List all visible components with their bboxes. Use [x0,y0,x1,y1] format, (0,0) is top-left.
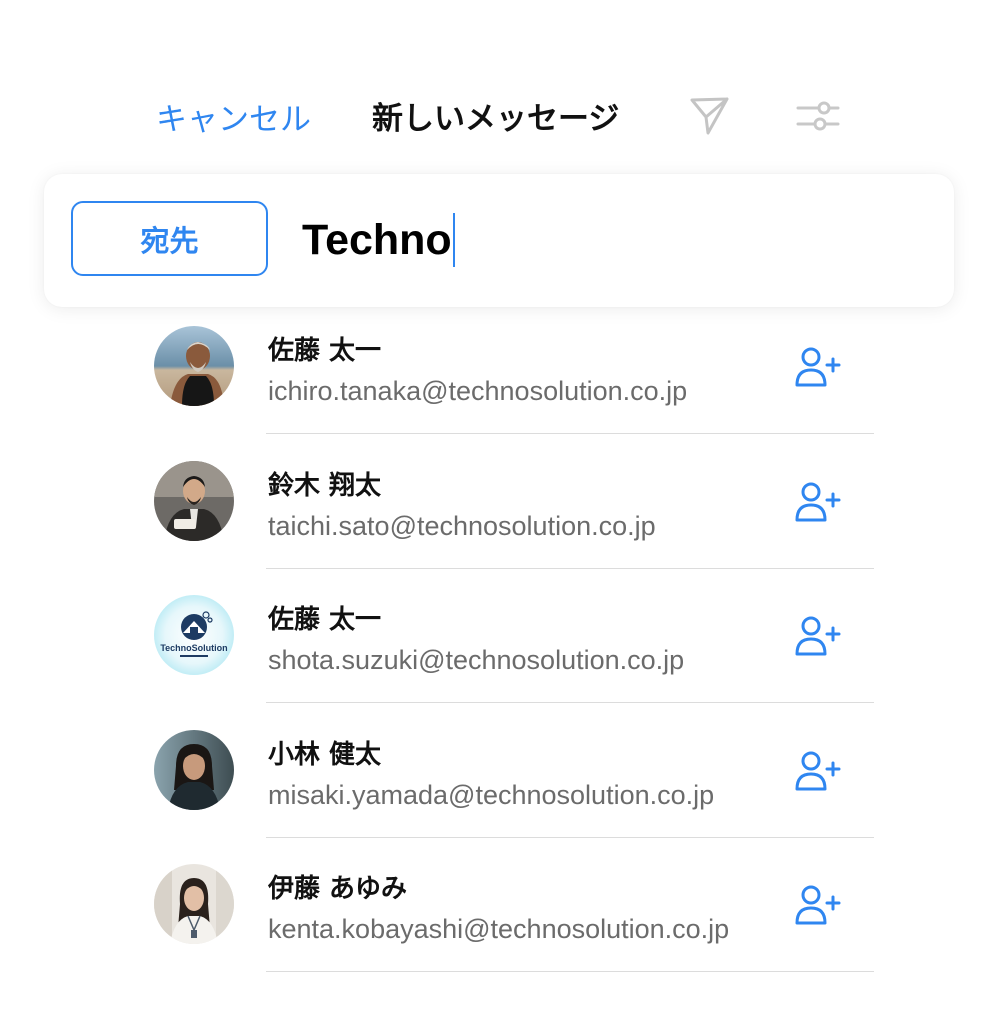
contact-row[interactable]: 鈴木 翔太 taichi.sato@technosolution.co.jp [0,453,998,588]
add-contact-button[interactable] [794,750,842,792]
contact-name: 小林 健太 [268,739,382,770]
contact-name: 鈴木 翔太 [268,470,382,501]
add-person-icon [795,616,841,656]
add-person-icon [795,885,841,925]
contact-email: taichi.sato@technosolution.co.jp [268,510,656,541]
avatar: TechnoSolution [154,595,234,675]
row-divider [266,836,874,838]
contact-email: kenta.kobayashi@technosolution.co.jp [268,914,730,944]
recipient-card: 宛先 Techno [44,174,954,307]
sliders-icon [796,101,840,131]
row-divider [266,971,874,972]
avatar [154,326,234,406]
text-caret [452,213,455,267]
row-divider [266,567,874,569]
contact-row[interactable]: 小林 健太 misaki.yamada@technosolution.co.jp [0,722,998,857]
cancel-button[interactable]: キャンセル [156,94,311,139]
contact-name: 佐藤 太一 [268,605,382,635]
recipient-input-value: Techno [302,215,452,264]
page-title: 新しいメッセージ [372,101,620,137]
add-person-icon [795,347,841,387]
row-divider [266,433,874,434]
paper-plane-icon [690,97,729,135]
company-logo-text: TechnoSolution [160,643,227,653]
contact-row[interactable]: TechnoSolution 佐藤 太一 shota.suzuki@techno… [0,587,998,722]
contact-name: 伊藤 あゆみ [268,874,408,904]
send-button[interactable] [688,94,732,138]
new-message-screen: キャンセル 新しいメッセージ 宛先 Techno 佐藤 太一 ichiro.ta… [0,0,998,1024]
contact-row[interactable]: 伊藤 あゆみ kenta.kobayashi@technosolution.co… [0,856,998,991]
add-contact-button[interactable] [794,884,842,926]
add-contact-button[interactable] [794,346,842,388]
contact-email: ichiro.tanaka@technosolution.co.jp [268,376,688,406]
row-divider [266,702,874,703]
avatar [154,729,234,810]
add-person-icon [795,751,841,790]
contact-suggestion-list: 佐藤 太一 ichiro.tanaka@technosolution.co.jp [0,318,998,991]
add-contact-button[interactable] [794,615,842,657]
avatar [154,864,234,944]
recipient-input[interactable]: Techno [302,212,455,268]
contact-email: shota.suzuki@technosolution.co.jp [268,645,685,675]
add-person-icon [795,482,841,521]
contact-email: misaki.yamada@technosolution.co.jp [268,779,715,810]
contact-name: 佐藤 太一 [268,336,382,366]
contact-row[interactable]: 佐藤 太一 ichiro.tanaka@technosolution.co.jp [0,318,998,453]
filter-button[interactable] [796,96,840,136]
add-contact-button[interactable] [794,481,842,523]
to-label-button[interactable]: 宛先 [71,201,268,276]
avatar [154,460,234,541]
